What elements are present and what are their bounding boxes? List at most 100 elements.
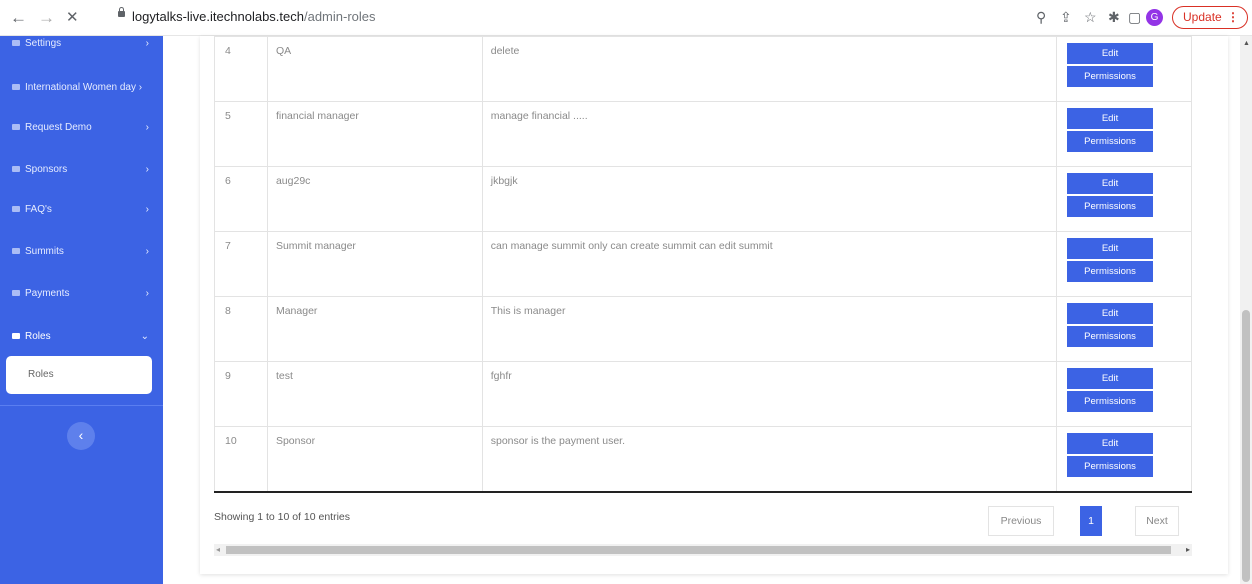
page-scrollbar[interactable]: ▲ [1240, 36, 1252, 584]
sidebar: Settings › International Women day › Requ… [0, 36, 163, 584]
row-actions: Edit Permissions [1056, 101, 1192, 167]
permissions-button[interactable]: Permissions [1067, 196, 1154, 217]
side-panel-icon[interactable]: ▢ [1128, 9, 1141, 26]
zoom-icon[interactable]: ⚲ [1036, 9, 1046, 26]
role-description: fghfr [481, 361, 1058, 427]
role-name: Sponsor [266, 426, 483, 493]
role-name: QA [266, 36, 483, 102]
chevron-right-icon: › [145, 288, 149, 299]
row-actions: Edit Permissions [1056, 361, 1192, 427]
sidebar-item-label: Request Demo [25, 122, 92, 133]
role-description: sponsor is the payment user. [481, 426, 1058, 493]
sidebar-item-settings[interactable]: Settings › [0, 30, 163, 58]
sidebar-item-payments[interactable]: Payments › [0, 280, 163, 308]
table-row: 10 Sponsor sponsor is the payment user. Edi… [214, 426, 1192, 493]
role-name: test [266, 361, 483, 427]
row-number: 10 [214, 426, 268, 493]
forward-arrow-icon[interactable]: → [38, 8, 55, 28]
row-number: 6 [214, 166, 268, 232]
sidebar-divider [0, 405, 163, 406]
profile-avatar[interactable]: G [1146, 9, 1163, 26]
edit-button[interactable]: Edit [1067, 108, 1154, 129]
pagination-page-1[interactable]: 1 [1080, 506, 1102, 536]
wrench-icon [12, 124, 20, 131]
wrench-icon [12, 40, 20, 47]
row-actions: Edit Permissions [1056, 36, 1192, 102]
scroll-left-icon[interactable]: ◂ [216, 544, 220, 556]
edit-button[interactable]: Edit [1067, 433, 1154, 454]
row-actions: Edit Permissions [1056, 231, 1192, 297]
folder-icon [12, 333, 20, 340]
submenu-panel: Roles [6, 356, 152, 394]
submenu-item-roles[interactable]: Roles [28, 369, 54, 380]
sidebar-item-label: FAQ's [25, 204, 52, 215]
edit-button[interactable]: Edit [1067, 173, 1154, 194]
role-name: Manager [266, 296, 483, 362]
permissions-button[interactable]: Permissions [1067, 261, 1154, 282]
sidebar-item-roles[interactable]: Roles ⌄ [0, 323, 163, 351]
edit-button[interactable]: Edit [1067, 303, 1154, 324]
collapse-sidebar-button[interactable]: ‹ [67, 422, 95, 450]
sidebar-item-label: Payments [25, 288, 70, 299]
extensions-icon[interactable]: ✱ [1108, 9, 1120, 26]
stop-loading-icon[interactable]: ✕ [66, 8, 79, 28]
role-name: aug29c [266, 166, 483, 232]
row-number: 9 [214, 361, 268, 427]
chevron-right-icon: › [145, 38, 149, 49]
sidebar-item-sponsors[interactable]: Sponsors › [0, 156, 163, 184]
roles-table: 4 QA delete Edit Permissions 5 financial manag… [214, 36, 1192, 493]
permissions-button[interactable]: Permissions [1067, 456, 1154, 477]
roles-card: 4 QA delete Edit Permissions 5 financial manag… [200, 36, 1228, 574]
row-number: 5 [214, 101, 268, 167]
pagination-next[interactable]: Next [1135, 506, 1179, 536]
table-row: 7 Summit manager can manage summit only ca… [214, 231, 1192, 297]
edit-button[interactable]: Edit [1067, 238, 1154, 259]
table-row: 4 QA delete Edit Permissions [214, 36, 1192, 102]
share-icon[interactable]: ⇪ [1060, 9, 1072, 26]
url-host: logytalks-live.itechnolabs.tech [132, 9, 304, 24]
permissions-button[interactable]: Permissions [1067, 66, 1154, 87]
scroll-up-icon[interactable]: ▲ [1243, 40, 1250, 47]
url-text[interactable]: logytalks-live.itechnolabs.tech/admin-ro… [132, 9, 376, 24]
folder-icon [12, 166, 20, 173]
sidebar-item-summits[interactable]: Summits › [0, 238, 163, 266]
sidebar-item-international-women-day[interactable]: International Women day › [0, 74, 163, 102]
permissions-button[interactable]: Permissions [1067, 391, 1154, 412]
row-actions: Edit Permissions [1056, 296, 1192, 362]
role-name: financial manager [266, 101, 483, 167]
role-description: delete [481, 36, 1058, 102]
update-label: Update [1183, 10, 1222, 24]
edit-button[interactable]: Edit [1067, 368, 1154, 389]
permissions-button[interactable]: Permissions [1067, 326, 1154, 347]
bookmark-star-icon[interactable]: ☆ [1084, 9, 1097, 26]
row-actions: Edit Permissions [1056, 166, 1192, 232]
chevron-right-icon: › [145, 204, 149, 215]
role-description: manage financial ..... [481, 101, 1058, 167]
table-row: 8 Manager This is manager Edit Permissions [214, 296, 1192, 362]
lock-icon [118, 7, 125, 17]
folder-icon [12, 206, 20, 213]
table-row: 9 test fghfr Edit Permissions [214, 361, 1192, 427]
back-arrow-icon[interactable]: ← [10, 8, 27, 28]
update-button[interactable]: Update ⋮ [1172, 6, 1248, 29]
menu-dots-icon: ⋮ [1227, 10, 1239, 24]
role-name: Summit manager [266, 231, 483, 297]
sidebar-item-label: International Women day [25, 82, 136, 93]
chevron-right-icon: › [145, 122, 149, 133]
sidebar-item-request-demo[interactable]: Request Demo › [0, 114, 163, 142]
pagination-previous[interactable]: Previous [988, 506, 1054, 536]
sidebar-item-faqs[interactable]: FAQ's › [0, 196, 163, 224]
browser-toolbar: ← → ✕ logytalks-live.itechnolabs.tech/ad… [0, 0, 1252, 36]
role-description: This is manager [481, 296, 1058, 362]
horizontal-scrollbar[interactable]: ◂ ▸ [214, 544, 1192, 556]
permissions-button[interactable]: Permissions [1067, 131, 1154, 152]
page-scroll-thumb[interactable] [1242, 310, 1250, 582]
row-number: 7 [214, 231, 268, 297]
edit-button[interactable]: Edit [1067, 43, 1154, 64]
horizontal-scroll-thumb[interactable] [226, 546, 1171, 554]
table-row: 5 financial manager manage financial .....… [214, 101, 1192, 167]
scroll-right-icon[interactable]: ▸ [1186, 544, 1190, 556]
folder-icon [12, 290, 20, 297]
chevron-right-icon: › [145, 246, 149, 257]
sidebar-item-label: Sponsors [25, 164, 68, 175]
